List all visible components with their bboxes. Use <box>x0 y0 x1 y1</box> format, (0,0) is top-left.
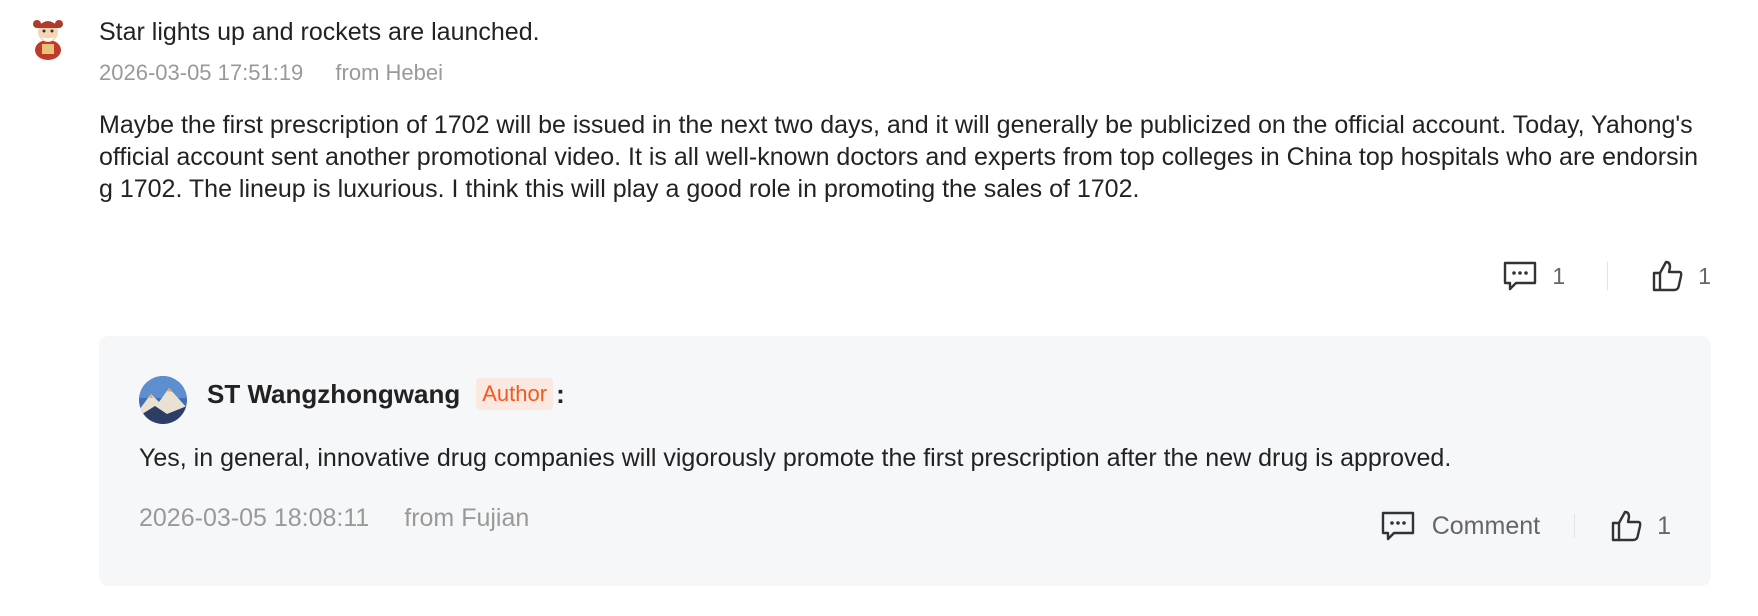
comment-icon <box>1381 511 1414 541</box>
thumbs-up-icon <box>1611 510 1642 542</box>
mascot-avatar-icon <box>24 12 72 60</box>
reply-like-count: 1 <box>1657 511 1671 540</box>
thumbs-up-icon <box>1653 260 1683 292</box>
post-like-button[interactable]: 1 <box>1650 259 1711 293</box>
reply-location: from Fujian <box>404 504 530 532</box>
reply-avatar[interactable] <box>139 376 187 424</box>
reply-actions: Comment 1 <box>1380 506 1671 546</box>
reply-comment-label: Comment <box>1431 511 1541 540</box>
reply-body: Yes, in general, innovative drug compani… <box>139 444 1452 472</box>
action-divider <box>1574 514 1576 538</box>
reply-author-name[interactable]: ST Wangzhongwang <box>207 379 460 410</box>
post-timestamp: 2026-03-05 17:51:19 <box>99 60 304 85</box>
reply-comment-button[interactable]: Comment <box>1380 510 1540 542</box>
reply-card: ST Wangzhongwang Author : Yes, in genera… <box>99 336 1711 586</box>
post-avatar[interactable] <box>24 12 72 60</box>
post-body: Maybe the first prescription of 1702 wil… <box>99 111 1699 203</box>
reply-timestamp: 2026-03-05 18:08:11 <box>139 504 370 532</box>
reply-like-button[interactable]: 1 <box>1609 509 1671 543</box>
post-comment-button[interactable]: 1 <box>1502 260 1565 292</box>
reply-header: ST Wangzhongwang Author : <box>207 378 565 410</box>
post-comment-count: 1 <box>1552 262 1566 289</box>
post-location: from Hebei <box>335 60 444 85</box>
reply-meta: 2026-03-05 18:08:11 from Fujian <box>139 504 529 533</box>
post-actions: 1 1 <box>1502 256 1711 296</box>
author-badge: Author <box>476 378 554 410</box>
landscape-avatar-icon <box>139 376 187 424</box>
action-divider <box>1607 262 1609 290</box>
author-colon: : <box>556 378 565 409</box>
post-like-count: 1 <box>1698 262 1711 289</box>
post-title: Star lights up and rockets are launched. <box>99 18 540 46</box>
comment-icon <box>1504 261 1537 291</box>
post-meta: 2026-03-05 17:51:19 from Hebei <box>99 60 443 86</box>
